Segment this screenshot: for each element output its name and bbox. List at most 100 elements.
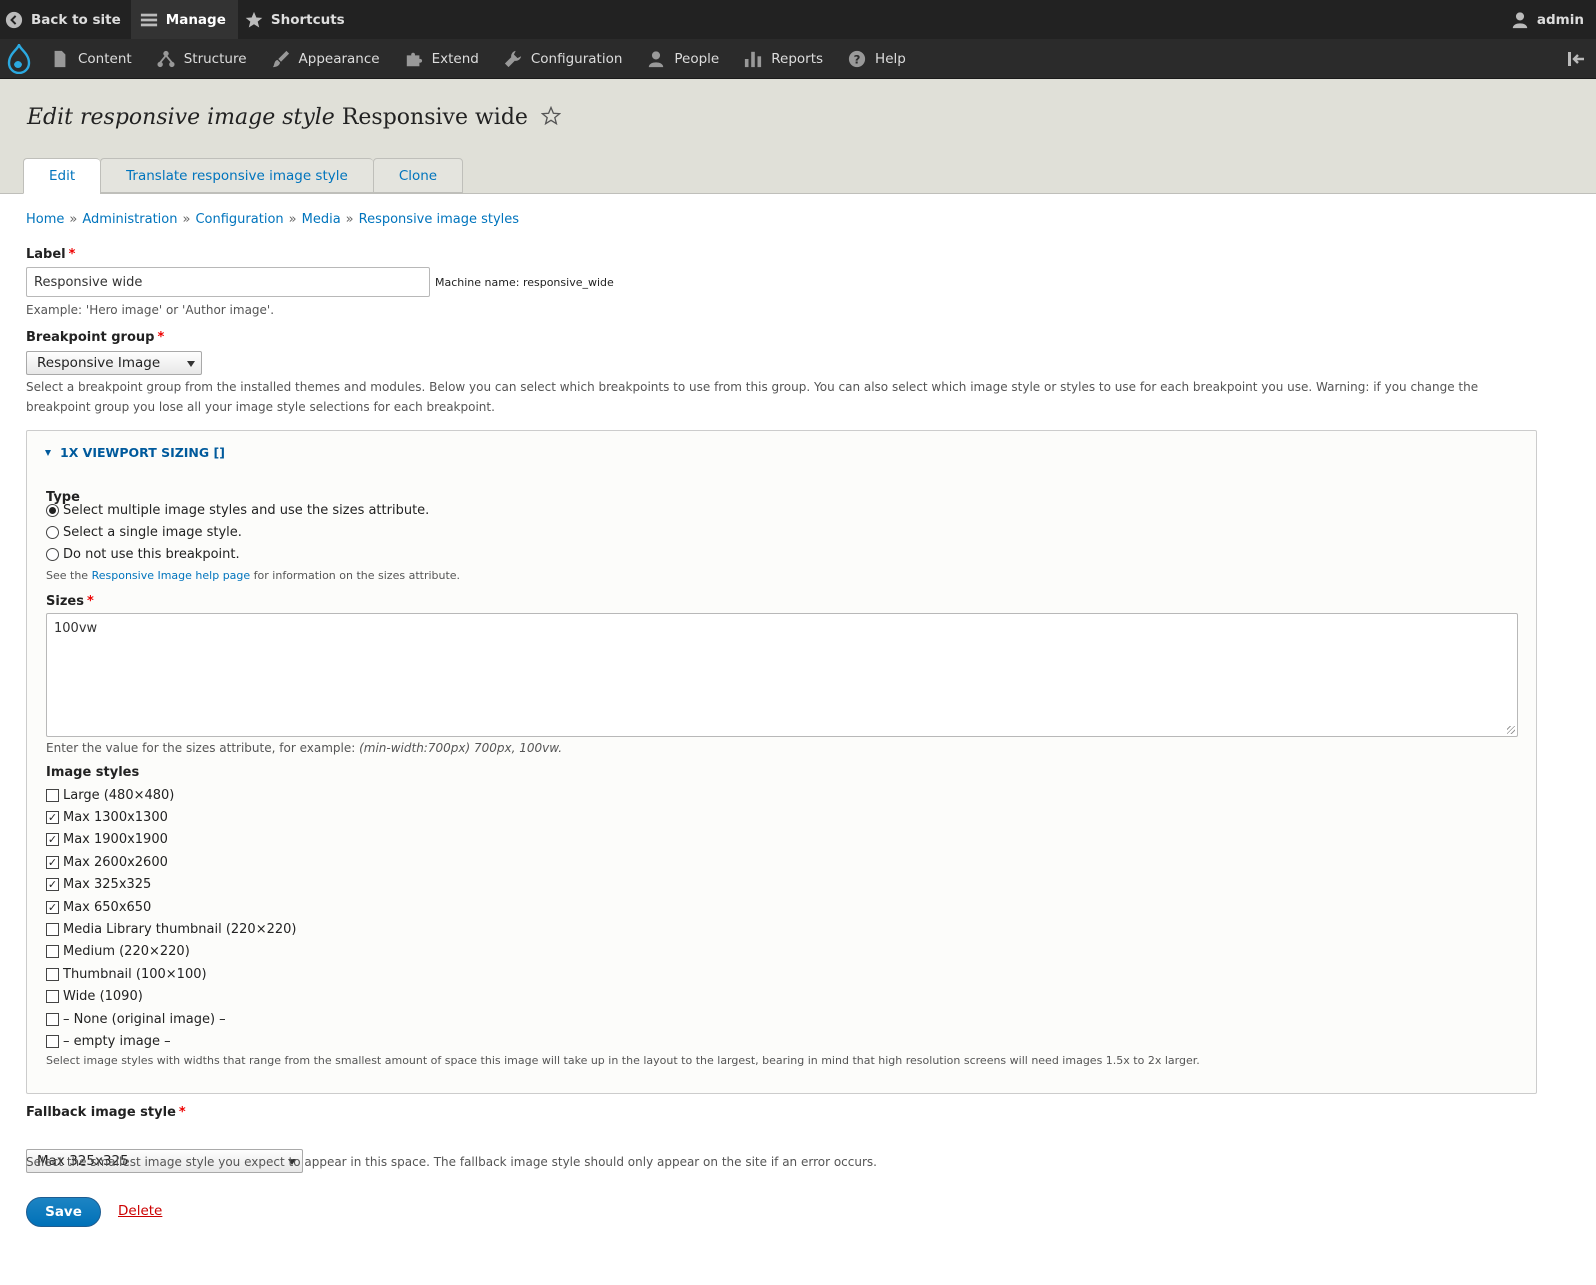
menu-item-label: People: [674, 50, 720, 67]
user-tab[interactable]: admin: [1510, 0, 1584, 39]
image-style-option[interactable]: ✓ Max 2600x2600: [46, 851, 296, 873]
help-icon: ?: [847, 49, 867, 69]
user-icon: [1510, 10, 1530, 30]
save-button[interactable]: Save: [26, 1197, 101, 1227]
fallback-description: Select the smallest image style you expe…: [26, 1155, 877, 1169]
breadcrumb-separator: »: [182, 212, 191, 227]
drupal-logo-icon[interactable]: [0, 39, 38, 79]
responsive-image-help-link[interactable]: Responsive Image help page: [92, 569, 251, 582]
menu-item-reports[interactable]: Reports: [731, 39, 835, 79]
page-title-rest: Responsive wide: [341, 105, 528, 130]
menu-item-label: Help: [875, 50, 906, 67]
breadcrumb-configuration[interactable]: Configuration: [195, 212, 283, 227]
required-marker: *: [157, 330, 165, 345]
toolbar-bar: Back to site Manage Shortcuts admin: [0, 0, 1596, 39]
breakpoint-group-selected: Responsive Image: [37, 355, 161, 371]
image-style-option[interactable]: ✓ Max 650x650: [46, 896, 296, 918]
breakpoint-group-select[interactable]: Responsive Image: [26, 351, 202, 375]
tab-translate[interactable]: Translate responsive image style: [100, 158, 373, 193]
image-style-option[interactable]: ✓ Max 1300x1300: [46, 806, 296, 828]
checkbox-checked[interactable]: ✓: [46, 878, 59, 892]
breadcrumb-media[interactable]: Media: [302, 212, 341, 227]
checkbox-checked[interactable]: ✓: [46, 900, 59, 914]
label-field-label: Label *: [26, 247, 75, 262]
checkbox[interactable]: [46, 1034, 59, 1048]
checkbox[interactable]: [46, 1012, 59, 1026]
menu-item-content[interactable]: Content: [38, 39, 144, 79]
checkbox-checked[interactable]: ✓: [46, 811, 59, 825]
type-option-single[interactable]: Select a single image style.: [46, 522, 242, 542]
image-style-option[interactable]: Medium (220×220): [46, 941, 296, 963]
image-style-option[interactable]: Wide (1090): [46, 986, 296, 1008]
image-style-option[interactable]: – empty image –: [46, 1030, 296, 1052]
menu-item-appearance[interactable]: Appearance: [259, 39, 392, 79]
main-content: Home » Administration » Configuration » Media »…: [0, 194, 1596, 1285]
checkbox[interactable]: [46, 788, 59, 802]
person-icon: [646, 49, 666, 69]
menu-item-configuration[interactable]: Configuration: [491, 39, 635, 79]
label-description: Example: 'Hero image' or 'Author image'.: [26, 303, 275, 317]
primary-tabs: Edit Translate responsive image style Cl…: [23, 158, 464, 194]
image-style-option[interactable]: ✓ Max 1900x1900: [46, 829, 296, 851]
image-style-option[interactable]: Media Library thumbnail (220×220): [46, 918, 296, 940]
radio-button[interactable]: [46, 547, 59, 561]
checkbox[interactable]: [46, 945, 59, 959]
image-styles-label: Image styles: [46, 765, 140, 780]
sizes-value: 100vw: [54, 621, 98, 636]
brush-icon: [271, 49, 291, 69]
delete-link[interactable]: Delete: [118, 1203, 162, 1219]
manage-tab[interactable]: Manage: [130, 0, 238, 39]
checkbox-checked[interactable]: ✓: [46, 833, 59, 847]
type-description-pre: See the: [46, 569, 89, 582]
manage-label: Manage: [165, 11, 226, 28]
checkbox[interactable]: [46, 967, 59, 981]
type-option-none[interactable]: Do not use this breakpoint.: [46, 544, 240, 564]
shortcuts-tab[interactable]: Shortcuts: [238, 0, 355, 39]
sizes-textarea[interactable]: 100vw: [46, 613, 1518, 737]
breadcrumb-responsive-image-styles[interactable]: Responsive image styles: [359, 212, 519, 227]
image-style-option[interactable]: Large (480×480): [46, 784, 296, 806]
bar-chart-icon: [743, 49, 763, 69]
puzzle-icon: [404, 49, 424, 69]
radio-button[interactable]: [46, 503, 59, 517]
tab-clone[interactable]: Clone: [372, 158, 464, 193]
image-style-option[interactable]: Thumbnail (100×100): [46, 963, 296, 985]
shortcut-star-icon[interactable]: [540, 105, 562, 132]
file-icon: [50, 49, 70, 69]
breakpoint-fieldset: 1X VIEWPORT SIZING [] Type Select multip…: [26, 430, 1537, 1094]
menu-item-people[interactable]: People: [634, 39, 731, 79]
image-style-option[interactable]: – None (original image) –: [46, 1008, 296, 1030]
breadcrumb-separator: »: [345, 212, 354, 227]
checkbox[interactable]: [46, 990, 59, 1004]
image-style-option[interactable]: ✓ Max 325x325: [46, 874, 296, 896]
image-style-label: – None (original image) –: [63, 1011, 226, 1027]
page-header: Edit responsive image style Responsive w…: [0, 79, 1596, 194]
collapse-tray-icon[interactable]: [1566, 49, 1588, 69]
label-input[interactable]: Responsive wide: [26, 267, 430, 297]
back-to-site-label: Back to site: [31, 11, 121, 28]
checkbox[interactable]: [46, 923, 59, 937]
image-style-label: Max 650x650: [63, 899, 152, 915]
breakpoint-group-label-text: Breakpoint group: [26, 330, 155, 345]
tab-edit[interactable]: Edit: [23, 158, 101, 194]
menu-item-structure[interactable]: Structure: [144, 39, 259, 79]
sizes-label-text: Sizes: [46, 594, 84, 609]
type-description: See the Responsive Image help page for i…: [46, 566, 460, 586]
checkbox-checked[interactable]: ✓: [46, 855, 59, 869]
required-marker: *: [178, 1105, 186, 1120]
hamburger-icon: [139, 10, 159, 30]
breadcrumb-administration[interactable]: Administration: [82, 212, 177, 227]
expand-triangle-icon: [45, 449, 51, 456]
menu-item-help[interactable]: ? Help: [835, 39, 918, 79]
required-marker: *: [86, 594, 94, 609]
breakpoint-fieldset-toggle[interactable]: 1X VIEWPORT SIZING []: [45, 445, 225, 460]
svg-text:?: ?: [854, 52, 861, 66]
breadcrumb-home[interactable]: Home: [26, 212, 64, 227]
resize-grip-icon[interactable]: [1507, 726, 1515, 734]
radio-button[interactable]: [46, 525, 59, 539]
fallback-label-text: Fallback image style: [26, 1105, 176, 1120]
menu-item-extend[interactable]: Extend: [392, 39, 491, 79]
breakpoint-group-description: Select a breakpoint group from the insta…: [26, 380, 1479, 414]
back-to-site-link[interactable]: Back to site: [0, 0, 131, 39]
type-option-multiple[interactable]: Select multiple image styles and use the…: [46, 500, 429, 520]
